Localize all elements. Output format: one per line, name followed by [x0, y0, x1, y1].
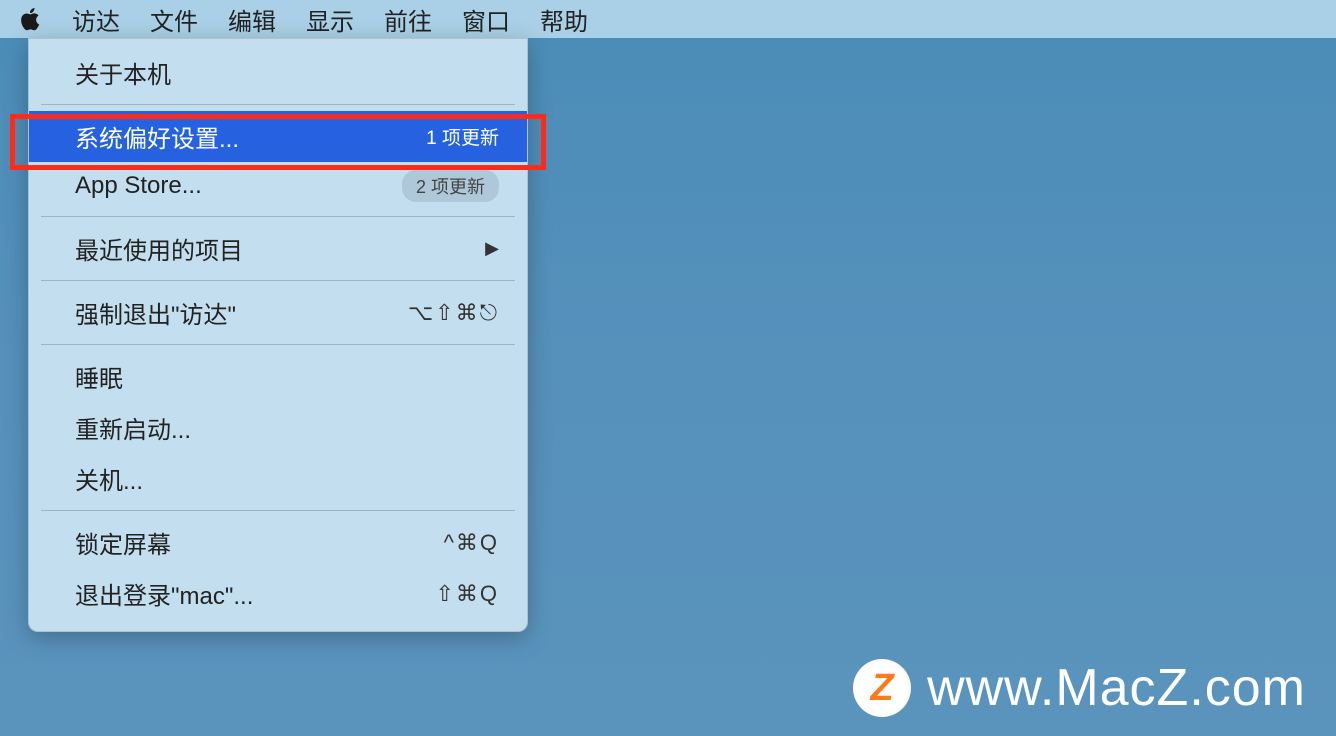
menubar: 访达 文件 编辑 显示 前往 窗口 帮助 — [0, 0, 1336, 38]
menu-item-label: 重新启动... — [75, 410, 499, 445]
menubar-item-go[interactable]: 前往 — [384, 2, 432, 37]
menubar-item-view[interactable]: 显示 — [306, 2, 354, 37]
menu-item-label: 退出登录"mac"... — [75, 576, 435, 611]
menu-separator — [41, 510, 515, 511]
menu-item-restart[interactable]: 重新启动... — [29, 402, 527, 453]
menubar-item-finder[interactable]: 访达 — [72, 2, 120, 37]
menu-item-label: 强制退出"访达" — [75, 295, 408, 330]
menu-item-force-quit[interactable]: 强制退出"访达" ⌥⇧⌘⎋ — [29, 287, 527, 338]
menu-item-system-preferences[interactable]: 系统偏好设置... 1 项更新 — [29, 111, 527, 162]
menu-item-recent-items[interactable]: 最近使用的项目 ▶ — [29, 223, 527, 274]
menu-item-about-mac[interactable]: 关于本机 — [29, 47, 527, 98]
update-badge: 1 项更新 — [426, 123, 499, 150]
apple-logo-icon[interactable] — [18, 7, 42, 31]
menubar-item-file[interactable]: 文件 — [150, 2, 198, 37]
menu-item-logout[interactable]: 退出登录"mac"... ⇧⌘Q — [29, 568, 527, 619]
keyboard-shortcut: ^⌘Q — [444, 530, 499, 556]
menu-item-sleep[interactable]: 睡眠 — [29, 351, 527, 402]
menubar-item-help[interactable]: 帮助 — [540, 2, 588, 37]
menu-separator — [41, 280, 515, 281]
menu-item-shutdown[interactable]: 关机... — [29, 453, 527, 504]
watermark-url: www.MacZ.com — [927, 658, 1306, 718]
menu-item-label: 系统偏好设置... — [75, 119, 426, 154]
menu-item-app-store[interactable]: App Store... 2 项更新 — [29, 162, 527, 210]
menubar-item-window[interactable]: 窗口 — [462, 2, 510, 37]
watermark-badge-icon: Z — [853, 659, 911, 717]
menu-separator — [41, 104, 515, 105]
menubar-item-edit[interactable]: 编辑 — [228, 2, 276, 37]
keyboard-shortcut: ⇧⌘Q — [435, 581, 499, 607]
submenu-arrow-icon: ▶ — [485, 238, 499, 259]
menu-separator — [41, 344, 515, 345]
menu-item-label: 关机... — [75, 461, 499, 496]
menu-item-lock-screen[interactable]: 锁定屏幕 ^⌘Q — [29, 517, 527, 568]
update-badge: 2 项更新 — [402, 170, 499, 202]
menu-separator — [41, 216, 515, 217]
menu-item-label: 睡眠 — [75, 359, 499, 394]
watermark: Z www.MacZ.com — [853, 658, 1306, 718]
menu-item-label: 锁定屏幕 — [75, 525, 444, 560]
apple-menu-dropdown: 关于本机 系统偏好设置... 1 项更新 App Store... 2 项更新 … — [28, 38, 528, 632]
menu-item-label: 关于本机 — [75, 55, 499, 90]
menu-item-label: App Store... — [75, 172, 402, 200]
menu-item-label: 最近使用的项目 — [75, 231, 485, 266]
keyboard-shortcut: ⌥⇧⌘⎋ — [408, 300, 499, 326]
